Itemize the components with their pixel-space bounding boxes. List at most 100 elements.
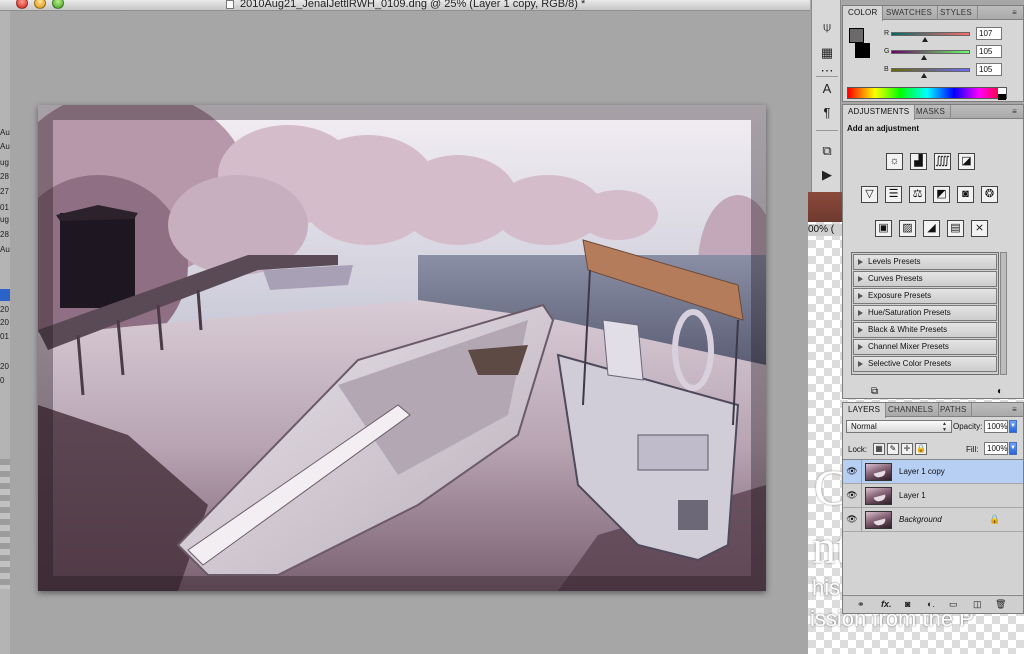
blue-slider-thumb[interactable] (921, 73, 927, 78)
lock-label: Lock: (848, 445, 868, 454)
exposure-icon[interactable]: ◪ (958, 153, 975, 170)
lock-pixels-icon[interactable]: ✎ (887, 443, 899, 455)
green-slider-thumb[interactable] (921, 55, 927, 60)
preset-hue-saturation[interactable]: Hue/Saturation Presets (853, 305, 997, 321)
preset-exposure[interactable]: Exposure Presets (853, 288, 997, 304)
red-value-field[interactable]: 107 (976, 27, 1002, 40)
panel-menu-icon[interactable]: ≡ (1010, 107, 1019, 116)
file-list-fragment: Aug (0, 245, 10, 254)
more-icon[interactable]: ⋯ (816, 62, 838, 80)
preset-channel-mixer[interactable]: Channel Mixer Presets (853, 339, 997, 355)
background-document-thumb (808, 192, 842, 222)
preset-levels[interactable]: Levels Presets (853, 254, 997, 270)
red-slider-thumb[interactable] (922, 37, 928, 42)
document-icon (226, 0, 234, 9)
actions-icon[interactable]: ▶ (816, 166, 838, 184)
threshold-icon[interactable]: ◢ (923, 220, 940, 237)
foreground-color-swatch[interactable] (849, 28, 864, 43)
green-value-field[interactable]: 105 (976, 45, 1002, 58)
eye-icon[interactable]: 👁 (846, 490, 858, 501)
adjustments-panel: ADJUSTMENTS MASKS ≡ Add an adjustment ☼ … (842, 104, 1024, 399)
new-layer-icon[interactable]: ◫ (973, 599, 982, 610)
file-list-fragment: 0 (0, 376, 5, 385)
layer-name: Background (899, 515, 942, 524)
vibrance-icon[interactable]: ▽ (861, 186, 878, 203)
blue-slider[interactable] (891, 68, 970, 72)
tab-swatches[interactable]: SWATCHES (881, 6, 939, 20)
audio-annotation-icon[interactable]: ⍦ (816, 18, 838, 36)
fill-field[interactable]: 100% (984, 442, 1008, 455)
preset-selective-color[interactable]: Selective Color Presets (853, 356, 997, 372)
blue-value-field[interactable]: 105 (976, 63, 1002, 76)
three-d-tool-icon[interactable]: ▦ (816, 44, 838, 62)
panel-menu-icon[interactable]: ≡ (1010, 8, 1019, 17)
color-balance-icon[interactable]: ⚖ (909, 186, 926, 203)
photo-filter-icon[interactable]: ◙ (957, 186, 974, 203)
tab-masks[interactable]: MASKS (911, 105, 952, 119)
preset-curves[interactable]: Curves Presets (853, 271, 997, 287)
close-window-button[interactable] (16, 0, 28, 9)
add-mask-icon[interactable]: ◙ (905, 599, 910, 609)
tab-channels[interactable]: CHANNELS (883, 403, 940, 417)
zoom-window-button[interactable] (52, 0, 64, 9)
layer-thumbnail (865, 463, 892, 481)
lock-position-icon[interactable]: ✛ (901, 443, 913, 455)
posterize-icon[interactable]: ▨ (899, 220, 916, 237)
layer-row[interactable]: 👁 Background 🔒 (843, 508, 1023, 532)
adjustment-preset-list: Levels Presets Curves Presets Exposure P… (851, 252, 999, 375)
background-window-strip: Au Au ug 28 27 01 ug 28 Aug 20 20 01 20 … (0, 11, 10, 654)
green-slider[interactable] (891, 50, 970, 54)
layer-comps-icon[interactable]: ⧉ (816, 142, 838, 160)
fill-dropdown-arrow[interactable]: ▼ (1009, 442, 1017, 455)
infrared-boat-photo[interactable] (38, 105, 766, 591)
new-group-icon[interactable]: ▭ (949, 599, 958, 610)
preset-black-white[interactable]: Black & White Presets (853, 322, 997, 338)
file-list-fragment: 01 (0, 332, 9, 341)
eye-icon[interactable]: 👁 (846, 514, 858, 525)
eye-icon[interactable]: 👁 (846, 466, 858, 477)
levels-icon[interactable]: ▟ (910, 153, 927, 170)
wooden-hut (60, 213, 135, 308)
blend-mode-select[interactable]: Normal (846, 420, 952, 433)
invert-icon[interactable]: ▣ (875, 220, 892, 237)
minimize-window-button[interactable] (34, 0, 46, 9)
tab-adjustments[interactable]: ADJUSTMENTS (843, 105, 916, 120)
character-icon[interactable]: A (816, 80, 838, 98)
layer-style-icon[interactable]: fx. (881, 599, 892, 609)
gradient-map-icon[interactable]: ▤ (947, 220, 964, 237)
preset-list-scrollbar[interactable] (1000, 252, 1007, 375)
color-spectrum-bar[interactable] (847, 87, 1007, 100)
red-slider[interactable] (891, 32, 970, 36)
file-list-fragment: 28 (0, 172, 9, 181)
new-adjustment-layer-icon[interactable]: ◐. (927, 599, 935, 609)
toggle-visibility-icon[interactable]: ◐ (997, 386, 1003, 397)
opacity-dropdown-arrow[interactable]: ▼ (1009, 420, 1017, 433)
rope-pile (468, 345, 528, 375)
layers-panel-tabs: LAYERS CHANNELS PATHS ≡ (843, 403, 1023, 418)
selective-color-icon[interactable]: ⨯ (971, 220, 988, 237)
selected-file-highlight[interactable] (0, 289, 10, 301)
delete-layer-icon[interactable]: 🗑 (995, 599, 1006, 610)
channel-mixer-icon[interactable]: ❂ (981, 186, 998, 203)
background-color-swatch[interactable] (855, 43, 870, 58)
tab-styles[interactable]: STYLES (935, 6, 978, 20)
layer-row[interactable]: 👁 Layer 1 (843, 484, 1023, 508)
black-white-icon[interactable]: ◩ (933, 186, 950, 203)
link-layers-icon[interactable]: ⚭ (857, 599, 865, 610)
brightness-contrast-icon[interactable]: ☼ (886, 153, 903, 170)
lock-transparency-icon[interactable]: ▦ (873, 443, 885, 455)
hue-saturation-icon[interactable]: ☰ (885, 186, 902, 203)
tab-layers[interactable]: LAYERS (843, 403, 887, 418)
tab-paths[interactable]: PATHS (935, 403, 973, 417)
panel-menu-icon[interactable]: ≡ (1010, 405, 1019, 414)
tab-color[interactable]: COLOR (843, 6, 884, 21)
layer-row[interactable]: 👁 Layer 1 copy (843, 460, 1023, 484)
curves-icon[interactable]: ⨌ (934, 153, 951, 170)
document-canvas-area[interactable] (10, 11, 808, 654)
window-title-bar: 2010Aug21_JenalJettlRWH_0109.dng @ 25% (… (0, 0, 810, 11)
opacity-field[interactable]: 100% (984, 420, 1008, 433)
paragraph-icon[interactable]: ¶ (816, 104, 838, 122)
boat-cover (637, 434, 709, 471)
lock-all-icon[interactable]: 🔒 (915, 443, 927, 455)
clip-to-layer-icon[interactable]: ⧉ (871, 386, 878, 397)
